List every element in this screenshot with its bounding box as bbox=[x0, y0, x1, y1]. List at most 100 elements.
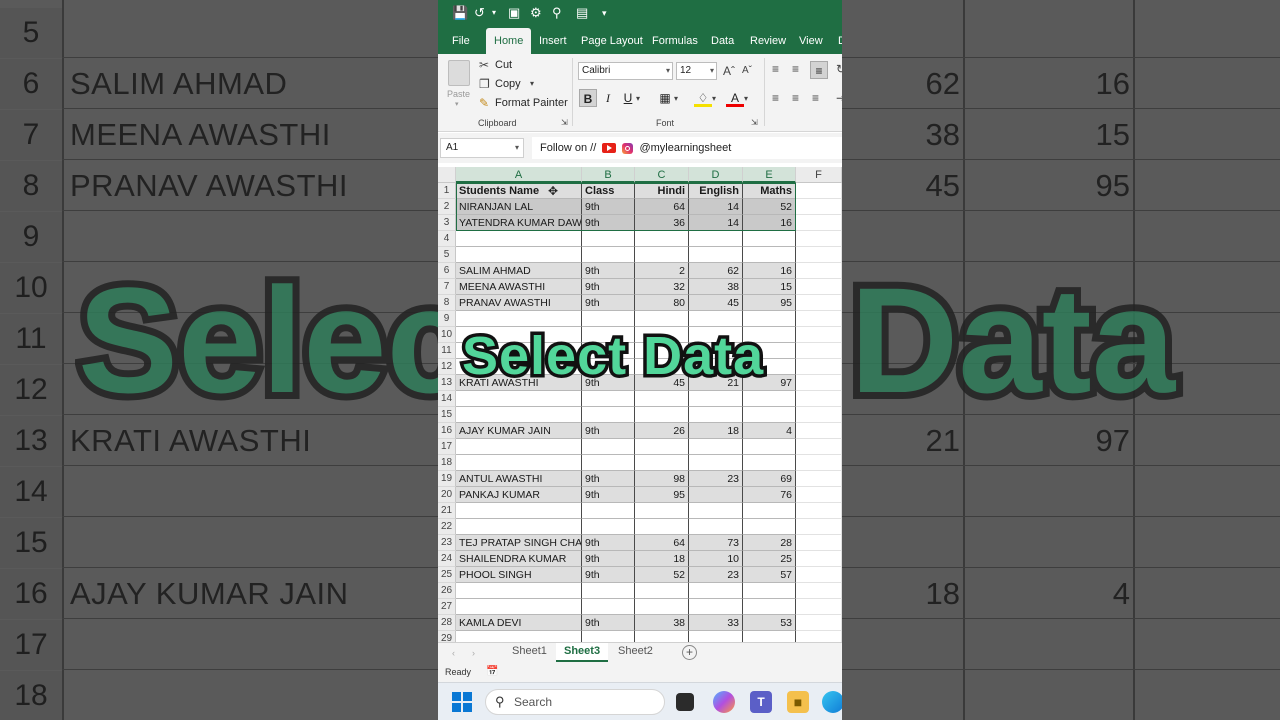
table-cell[interactable] bbox=[456, 231, 582, 247]
save-icon[interactable]: 💾 bbox=[452, 4, 468, 22]
row-header[interactable]: 16 bbox=[438, 423, 456, 439]
table-cell[interactable]: MEENA AWASTHI bbox=[456, 279, 582, 295]
print-preview-icon[interactable]: ⚲ bbox=[552, 4, 562, 22]
column-header-b[interactable]: B bbox=[582, 167, 635, 183]
tab-file[interactable]: File bbox=[452, 34, 470, 48]
table-cell[interactable] bbox=[689, 599, 743, 615]
edge-icon[interactable] bbox=[822, 691, 842, 713]
table-cell[interactable] bbox=[582, 631, 635, 642]
table-cell[interactable] bbox=[743, 599, 796, 615]
table-cell[interactable] bbox=[796, 215, 842, 231]
table-cell[interactable] bbox=[582, 439, 635, 455]
tab-formulas[interactable]: Formulas bbox=[652, 34, 698, 48]
table-cell[interactable]: 64 bbox=[635, 199, 689, 215]
table-cell[interactable] bbox=[635, 583, 689, 599]
row-header[interactable]: 22 bbox=[438, 519, 456, 535]
align-left-icon[interactable]: ≡ bbox=[772, 91, 779, 105]
table-cell[interactable] bbox=[689, 503, 743, 519]
undo-icon[interactable]: ↺ bbox=[474, 4, 485, 22]
row-header[interactable]: 24 bbox=[438, 551, 456, 567]
header-cell[interactable]: English bbox=[689, 183, 743, 199]
formula-input[interactable]: Follow on // @mylearningsheet bbox=[532, 137, 842, 159]
table-cell[interactable]: 9th bbox=[582, 535, 635, 551]
row-header[interactable]: 18 bbox=[438, 455, 456, 471]
header-cell[interactable]: Class bbox=[582, 183, 635, 199]
table-cell[interactable]: 95 bbox=[635, 487, 689, 503]
tab-home[interactable]: Home bbox=[486, 28, 532, 54]
table-cell[interactable]: ANTUL AWASTHI bbox=[456, 471, 582, 487]
table-cell[interactable] bbox=[796, 551, 842, 567]
tab-page-layout[interactable]: Page Layout bbox=[581, 34, 643, 48]
table-cell[interactable] bbox=[582, 599, 635, 615]
table-cell[interactable]: TEJ PRATAP SINGH CHAU bbox=[456, 535, 582, 551]
table-cell[interactable] bbox=[582, 407, 635, 423]
font-size-select[interactable]: 12 ▾ bbox=[676, 62, 717, 80]
table-cell[interactable] bbox=[456, 599, 582, 615]
accessibility-icon[interactable]: 📅 bbox=[486, 662, 498, 682]
tab-data[interactable]: Data bbox=[711, 34, 734, 48]
table-cell[interactable]: NIRANJAN LAL bbox=[456, 199, 582, 215]
table-cell[interactable]: 9th bbox=[582, 471, 635, 487]
table-cell[interactable] bbox=[743, 247, 796, 263]
underline-dropdown-icon[interactable]: ▾ bbox=[636, 93, 640, 105]
row-header[interactable]: 27 bbox=[438, 599, 456, 615]
taskbar-search-input[interactable]: ⚲ Search bbox=[485, 689, 665, 715]
decrease-font-icon[interactable]: Aˇ bbox=[742, 64, 752, 78]
table-cell[interactable] bbox=[796, 407, 842, 423]
table-cell[interactable] bbox=[635, 631, 689, 642]
sheet-tab-sheet2[interactable]: Sheet2 bbox=[610, 643, 661, 662]
row-header[interactable]: 12 bbox=[438, 359, 456, 375]
table-cell[interactable]: 57 bbox=[743, 567, 796, 583]
file-explorer-icon[interactable]: ■ bbox=[787, 691, 809, 713]
header-cell[interactable]: Hindi bbox=[635, 183, 689, 199]
row-header[interactable]: 21 bbox=[438, 503, 456, 519]
table-cell[interactable]: 36 bbox=[635, 215, 689, 231]
table-cell[interactable] bbox=[796, 455, 842, 471]
table-cell[interactable] bbox=[689, 487, 743, 503]
table-cell[interactable] bbox=[635, 439, 689, 455]
windows-start-icon[interactable] bbox=[452, 692, 472, 712]
table-cell[interactable] bbox=[456, 631, 582, 642]
row-header[interactable]: 15 bbox=[438, 407, 456, 423]
undo-dropdown-icon[interactable]: ▾ bbox=[492, 4, 496, 22]
table-cell[interactable] bbox=[456, 407, 582, 423]
table-cell[interactable] bbox=[796, 583, 842, 599]
table-cell[interactable]: SALIM AHMAD bbox=[456, 263, 582, 279]
table-cell[interactable] bbox=[635, 455, 689, 471]
row-header[interactable]: 14 bbox=[438, 391, 456, 407]
table-cell[interactable]: YATENDRA KUMAR DAW bbox=[456, 215, 582, 231]
select-all-corner[interactable] bbox=[438, 167, 456, 183]
table-cell[interactable] bbox=[635, 599, 689, 615]
row-header[interactable]: 28 bbox=[438, 615, 456, 631]
table-cell[interactable] bbox=[743, 231, 796, 247]
sheet-tab-sheet3[interactable]: Sheet3 bbox=[556, 643, 609, 662]
table-cell[interactable] bbox=[635, 231, 689, 247]
teams-icon[interactable]: T bbox=[750, 691, 772, 713]
table-cell[interactable]: 4 bbox=[743, 423, 796, 439]
font-family-select[interactable]: Calibri ▾ bbox=[578, 62, 673, 80]
table-cell[interactable] bbox=[689, 631, 743, 642]
table-cell[interactable] bbox=[582, 503, 635, 519]
tab-view[interactable]: View bbox=[799, 34, 823, 48]
table-cell[interactable] bbox=[635, 407, 689, 423]
table-cell[interactable] bbox=[582, 247, 635, 263]
table-cell[interactable] bbox=[796, 503, 842, 519]
table-cell[interactable]: 9th bbox=[582, 487, 635, 503]
align-right-icon[interactable]: ≡ bbox=[812, 91, 819, 105]
table-cell[interactable] bbox=[796, 279, 842, 295]
indent-icon[interactable]: ⇥ bbox=[836, 91, 842, 105]
align-top-icon[interactable]: ≡ bbox=[772, 62, 779, 76]
table-cell[interactable] bbox=[635, 519, 689, 535]
orientation-icon[interactable]: ↻ bbox=[836, 62, 842, 76]
table-cell[interactable]: 23 bbox=[689, 471, 743, 487]
table-cell[interactable] bbox=[582, 519, 635, 535]
bold-button[interactable]: B bbox=[579, 89, 597, 107]
align-center-icon[interactable]: ≡ bbox=[792, 91, 799, 105]
table-cell[interactable]: 9th bbox=[582, 263, 635, 279]
row-header[interactable]: 23 bbox=[438, 535, 456, 551]
table-cell[interactable]: 9th bbox=[582, 199, 635, 215]
table-cell[interactable]: 9th bbox=[582, 295, 635, 311]
add-sheet-icon[interactable]: + bbox=[682, 645, 697, 660]
row-header[interactable]: 3 bbox=[438, 215, 456, 231]
camera-icon[interactable]: ⚙ bbox=[530, 4, 542, 22]
